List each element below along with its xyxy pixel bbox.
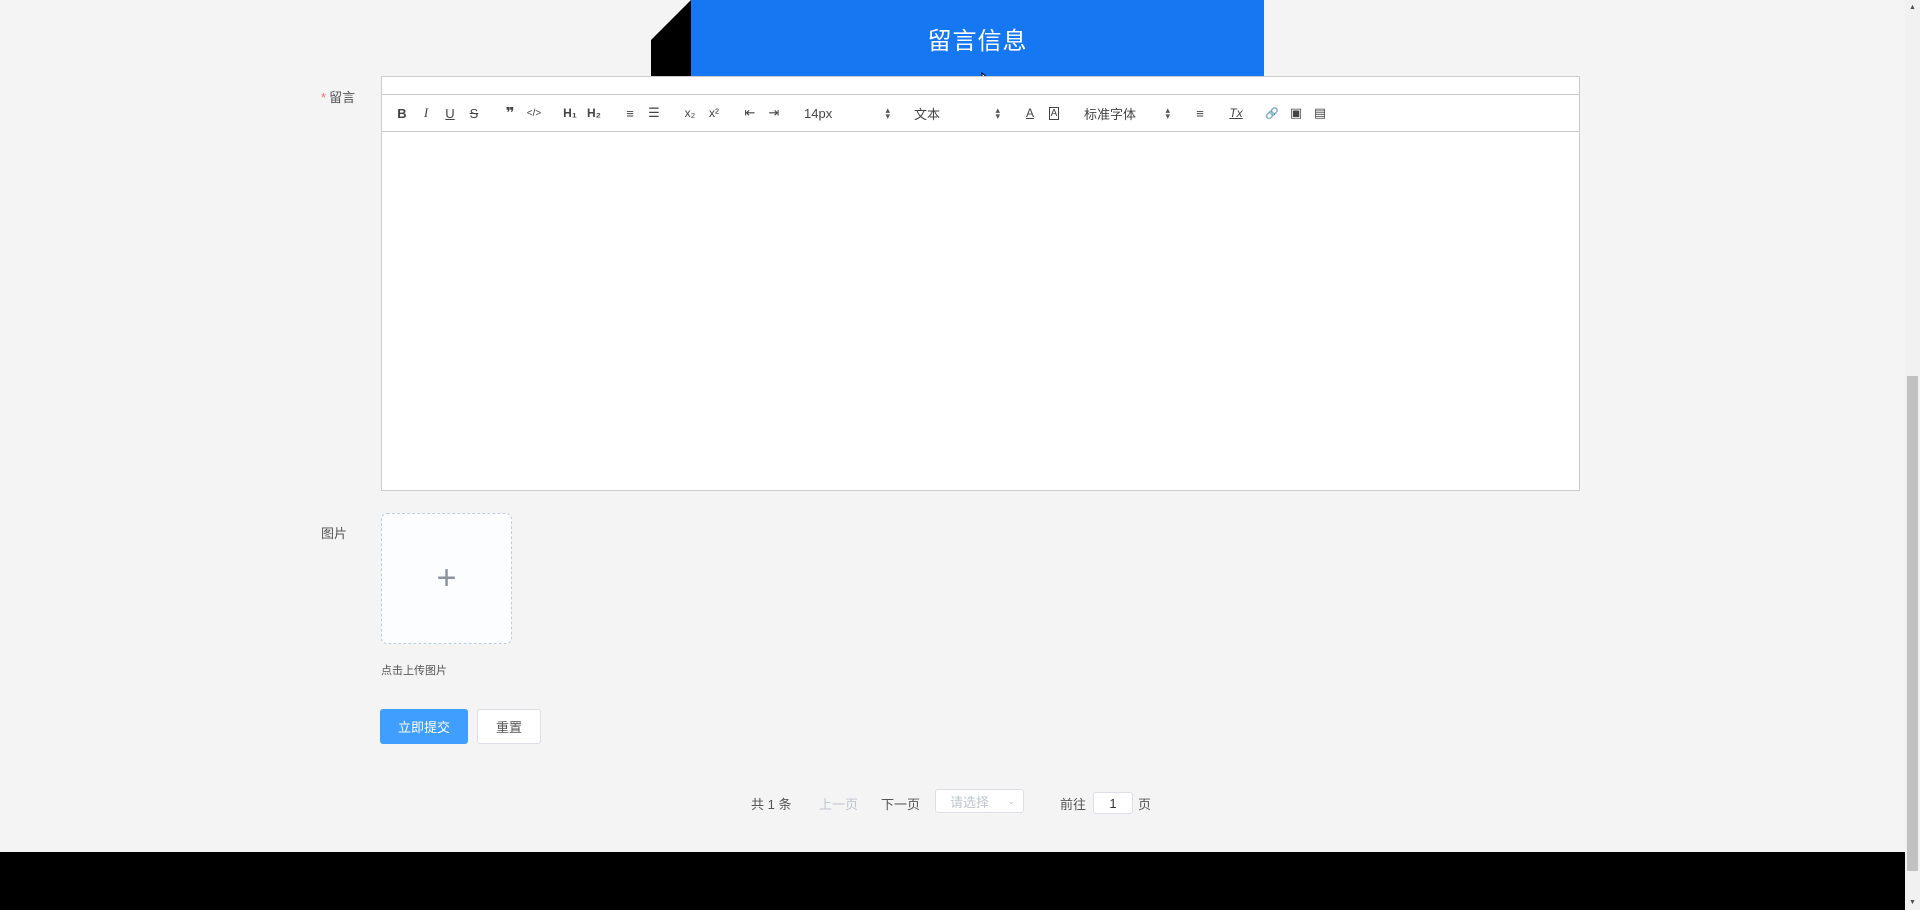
font-family-value: 标准字体 (1084, 106, 1137, 122)
select-arrows-icon: ▴ ▾ (885, 105, 890, 121)
subscript-icon: x₂ (684, 106, 696, 120)
font-size-select[interactable]: 14px ▴ ▾ (798, 101, 896, 125)
section-title: 留言信息 (927, 27, 1028, 55)
upload-tip: 点击上传图片 (381, 665, 447, 677)
bold-icon: B (397, 105, 407, 121)
italic-icon: I (423, 105, 429, 120)
bullet-list-icon: ☰ (648, 105, 660, 120)
vertical-scrollbar[interactable]: ▲ ▼ (1905, 0, 1920, 910)
strike-icon: S (469, 105, 479, 121)
pagination-total: 共 1 条 (751, 796, 792, 812)
background-color-button[interactable]: A (1042, 101, 1066, 125)
h1-button[interactable]: H₁ (558, 101, 582, 125)
h2-button[interactable]: H₂ (582, 101, 606, 125)
h2-icon: H₂ (587, 106, 601, 120)
prev-page-button[interactable]: 上一页 (819, 792, 858, 814)
prev-page-label: 上一页 (819, 796, 859, 812)
video-icon: ▤ (1313, 105, 1327, 120)
select-arrows-icon: ▴ ▾ (995, 105, 1000, 121)
scroll-down-icon[interactable]: ▼ (1905, 895, 1920, 910)
ordered-list-icon: ≡ (626, 105, 634, 121)
message-label-text: 留言 (329, 90, 356, 105)
background-color-icon: A (1048, 106, 1060, 120)
align-button[interactable]: ≡ (1188, 101, 1212, 125)
required-mark: * (321, 90, 327, 105)
align-left-icon: ≡ (1196, 105, 1204, 121)
bold-button[interactable]: B (390, 101, 414, 125)
code-block-button[interactable]: </> (522, 101, 546, 125)
next-page-button[interactable]: 下一页 (881, 792, 920, 814)
page-size-select-wrapper: 请选择 ⌄ (935, 789, 1024, 813)
image-button[interactable]: ▣ (1284, 101, 1308, 125)
underline-button[interactable]: U (438, 101, 462, 125)
scroll-up-icon[interactable]: ▲ (1905, 0, 1920, 15)
goto-input-wrapper: 1 (1093, 792, 1133, 814)
indent-icon: ⇥ (768, 105, 780, 120)
superscript-icon: x² (709, 106, 719, 120)
superscript-button[interactable]: x² (702, 101, 726, 125)
chevron-down-icon: ⌄ (1007, 795, 1015, 806)
goto-prefix: 前往 (1060, 796, 1087, 812)
underline-icon: U (445, 105, 455, 121)
strike-button[interactable]: S (462, 101, 486, 125)
message-label: * 留言 (321, 87, 355, 106)
video-button[interactable]: ▤ (1308, 101, 1332, 125)
text-color-icon: A (1025, 106, 1034, 120)
banner: 留言信息 (651, 0, 1264, 76)
indent-button[interactable]: ⇥ (762, 101, 786, 125)
editor-top-strip (382, 77, 1579, 95)
link-button[interactable]: 🔗 (1260, 101, 1284, 125)
font-size-value: 14px (804, 105, 833, 121)
banner-fold-decoration (651, 0, 691, 76)
italic-button[interactable]: I (414, 101, 438, 125)
ordered-list-button[interactable]: ≡ (618, 101, 642, 125)
section-title-banner: 留言信息 (691, 0, 1264, 76)
font-family-select[interactable]: 标准字体 ▴ ▾ (1078, 101, 1176, 125)
image-upload-box[interactable]: + (381, 513, 512, 644)
outdent-button[interactable]: ⇤ (738, 101, 762, 125)
rich-text-editor: B I U S ❞ </> H₁ H₂ ≡ ☰ x₂ x² ⇤ ⇥ 14px ▴… (381, 76, 1580, 491)
page-size-select[interactable]: 请选择 ⌄ (935, 789, 1024, 813)
page-footer (0, 852, 1905, 910)
image-icon: ▣ (1289, 105, 1303, 120)
reset-button[interactable]: 重置 (477, 709, 541, 744)
blockquote-button[interactable]: ❞ (498, 101, 522, 125)
h1-icon: H₁ (563, 106, 577, 120)
clear-format-icon: Tx (1229, 106, 1243, 120)
submit-button[interactable]: 立即提交 (380, 709, 468, 744)
editor-content-area[interactable] (382, 131, 1579, 490)
link-icon: 🔗 (1265, 107, 1279, 120)
quote-icon: ❞ (505, 105, 515, 122)
header-select[interactable]: 文本 ▴ ▾ (908, 101, 1006, 125)
outdent-icon: ⇤ (744, 105, 756, 120)
plus-icon: + (436, 559, 457, 597)
select-arrows-icon: ▴ ▾ (1165, 105, 1170, 121)
scrollbar-thumb[interactable] (1907, 376, 1918, 871)
next-page-label: 下一页 (881, 796, 921, 812)
clean-format-button[interactable]: Tx (1224, 101, 1248, 125)
page-size-placeholder: 请选择 (950, 794, 990, 810)
goto-suffix: 页 (1138, 796, 1152, 812)
editor-toolbar: B I U S ❞ </> H₁ H₂ ≡ ☰ x₂ x² ⇤ ⇥ 14px ▴… (382, 95, 1579, 132)
subscript-button[interactable]: x₂ (678, 101, 702, 125)
code-icon: </> (526, 107, 542, 119)
header-value: 文本 (914, 106, 941, 122)
bullet-list-button[interactable]: ☰ (642, 101, 666, 125)
text-color-button[interactable]: A (1018, 101, 1042, 125)
goto-page-input[interactable]: 1 (1093, 792, 1133, 814)
image-label: 图片 (321, 526, 348, 541)
